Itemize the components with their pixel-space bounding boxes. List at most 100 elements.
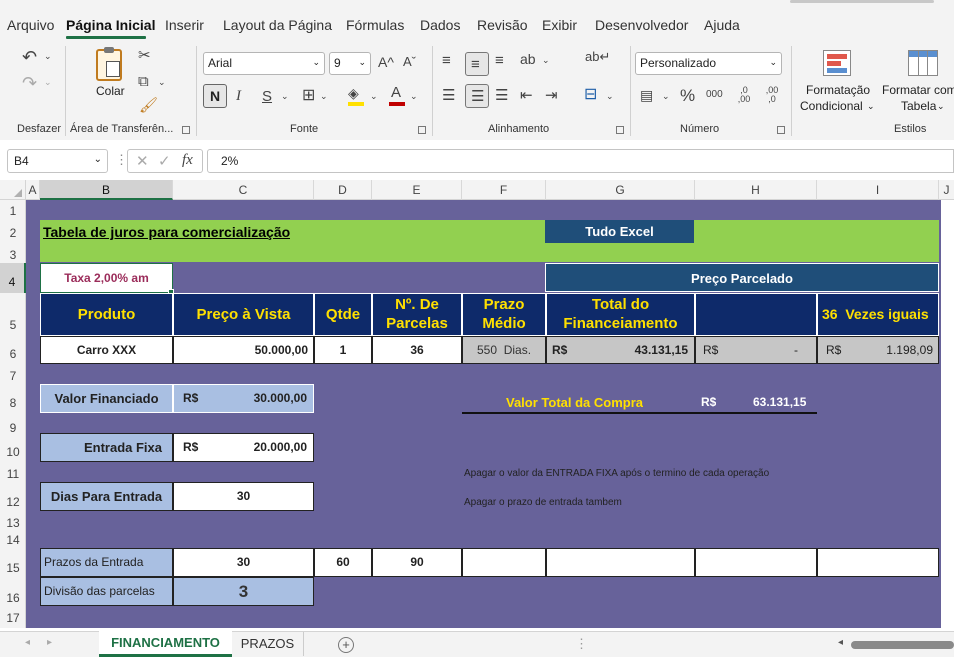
orientation-icon[interactable]: ab (520, 52, 536, 66)
cancel-icon[interactable]: ✕ (136, 154, 149, 169)
format-as-table-icon[interactable] (908, 50, 938, 76)
menu-inserir[interactable]: Inserir (165, 17, 204, 33)
col-header-i[interactable]: I (817, 180, 939, 200)
prazo-entrada-2[interactable]: 60 (314, 548, 372, 577)
accounting-format-icon[interactable]: ▤ (640, 88, 653, 102)
row-header-10[interactable]: 10 (0, 445, 26, 459)
percent-style-icon[interactable]: % (680, 87, 695, 104)
redo-icon[interactable]: ↷ (22, 74, 37, 92)
borders-dropdown-icon[interactable]: ⌄ (320, 92, 328, 101)
underline-button[interactable]: S (262, 89, 272, 104)
increase-decimal-icon[interactable]: ,0 ,00 (734, 86, 754, 104)
number-format-select[interactable]: Personalizado ⌄ (635, 52, 782, 75)
note-prazo-entrada[interactable]: Apagar o prazo de entrada tambem (464, 497, 622, 508)
prazos-entrada-label[interactable]: Prazos da Entrada (40, 548, 173, 577)
name-box[interactable]: B4 ⌄ (7, 149, 108, 173)
col-header-b[interactable]: B (40, 180, 173, 200)
format-table-label-2[interactable]: Tabela (901, 99, 936, 113)
add-sheet-icon[interactable]: + (338, 637, 354, 653)
align-center-button[interactable]: ☰ (465, 84, 489, 108)
cell-preco[interactable]: 50.000,00 (173, 336, 314, 364)
prazo-entrada-3[interactable]: 90 (372, 548, 462, 577)
align-bottom-icon[interactable]: ≡ (495, 53, 504, 68)
redo-dropdown-icon[interactable]: ⌄ (44, 78, 52, 87)
row-header-5[interactable]: 5 (0, 318, 26, 332)
alignment-launcher-icon[interactable] (616, 126, 624, 134)
menu-pagina-inicial[interactable]: Página Inicial (66, 17, 155, 33)
merge-dropdown-icon[interactable]: ⌄ (606, 92, 614, 101)
cell-produto[interactable]: Carro XXX (40, 336, 173, 364)
prazo-entrada-7[interactable] (817, 548, 939, 577)
paste-label[interactable]: Colar (96, 84, 125, 98)
cell-h6[interactable]: R$ - (695, 336, 817, 364)
bold-button[interactable]: N (203, 84, 227, 108)
menu-ajuda[interactable]: Ajuda (704, 17, 740, 33)
header-prazo[interactable]: Prazo Médio (462, 293, 546, 336)
row-header-4[interactable]: 4 (0, 263, 26, 293)
borders-icon[interactable]: ⊞ (302, 88, 315, 104)
divisao-parcelas-value[interactable]: 3 (173, 577, 314, 606)
copy-icon[interactable]: ⧉ (138, 74, 149, 89)
row-header-12[interactable]: 12 (0, 495, 26, 509)
fill-color-dropdown-icon[interactable]: ⌄ (370, 92, 378, 101)
menu-desenvolvedor[interactable]: Desenvolvedor (595, 17, 688, 33)
row-header-8[interactable]: 8 (0, 396, 26, 410)
row-header-3[interactable]: 3 (0, 248, 26, 262)
brand-cell[interactable]: Tudo Excel (545, 220, 694, 243)
menu-exibir[interactable]: Exibir (542, 17, 577, 33)
cell-qtde[interactable]: 1 (314, 336, 372, 364)
menu-arquivo[interactable]: Arquivo (7, 17, 54, 33)
undo-dropdown-icon[interactable]: ⌄ (44, 52, 52, 61)
font-name-select[interactable]: Arial ⌄ (203, 52, 325, 75)
align-top-icon[interactable]: ≡ (442, 53, 451, 68)
cell-total[interactable]: R$ 43.131,15 (546, 336, 695, 364)
grow-font-icon[interactable]: A^ (378, 55, 394, 69)
tab-financiamento[interactable]: FINANCIAMENTO (99, 631, 232, 657)
comma-style-icon[interactable]: 000 (706, 90, 723, 100)
dias-entrada-value[interactable]: 30 (173, 482, 314, 511)
header-qtde[interactable]: Qtde (314, 293, 372, 336)
col-header-j[interactable]: J (939, 180, 954, 200)
accounting-dropdown-icon[interactable]: ⌄ (662, 92, 670, 101)
copy-dropdown-icon[interactable]: ⌄ (158, 78, 166, 87)
cell-parcelas[interactable]: 36 (372, 336, 462, 364)
underline-dropdown-icon[interactable]: ⌄ (281, 92, 289, 101)
shrink-font-icon[interactable]: Aˇ (403, 55, 416, 68)
header-total-fin[interactable]: Total do Financeiamento (546, 293, 695, 336)
decrease-indent-icon[interactable]: ⇤ (520, 88, 533, 103)
valor-total-label[interactable]: Valor Total da Compra (506, 395, 643, 410)
increase-indent-icon[interactable]: ⇥ (545, 88, 558, 103)
header-preco-vista[interactable]: Preço à Vista (173, 293, 314, 336)
row-header-17[interactable]: 17 (0, 611, 26, 625)
fill-color-icon[interactable]: ◈ (348, 86, 364, 106)
wrap-text-icon[interactable]: ab↵ (585, 50, 610, 63)
row-header-11[interactable]: 11 (0, 467, 26, 481)
row-header-1[interactable]: 1 (0, 204, 26, 218)
entrada-fixa-cell[interactable]: R$ 20.000,00 (173, 433, 314, 462)
menu-dados[interactable]: Dados (420, 17, 460, 33)
note-entrada-fixa[interactable]: Apagar o valor da ENTRADA FIXA após o te… (464, 468, 769, 479)
number-launcher-icon[interactable] (777, 126, 785, 134)
row-header-14[interactable]: 14 (0, 533, 26, 547)
cell-parcela[interactable]: R$ 1.198,09 (817, 336, 939, 364)
header-parcelas[interactable]: Nº. De Parcelas (372, 293, 462, 336)
font-launcher-icon[interactable] (418, 126, 426, 134)
menu-formulas[interactable]: Fórmulas (346, 17, 404, 33)
prev-sheet-icon[interactable]: ◂ (25, 638, 30, 648)
formula-input[interactable]: 2% (207, 149, 954, 173)
col-header-e[interactable]: E (372, 180, 462, 200)
menu-layout-da-pagina[interactable]: Layout da Página (223, 17, 332, 33)
rate-cell[interactable]: Taxa 2,00% am (40, 263, 173, 293)
horizontal-scrollbar-thumb[interactable] (851, 641, 954, 649)
cond-format-label-1[interactable]: Formatação (806, 83, 870, 97)
col-header-h[interactable]: H (695, 180, 817, 200)
format-table-label-1[interactable]: Formatar como (882, 83, 954, 97)
enter-icon[interactable]: ✓ (158, 154, 171, 169)
header-vezes[interactable]: 36 Vezes iguais (817, 293, 939, 336)
entrada-fixa-label[interactable]: Entrada Fixa (40, 433, 173, 462)
row-header-7[interactable]: 7 (0, 369, 26, 383)
dias-entrada-label[interactable]: Dias Para Entrada (40, 482, 173, 511)
prazo-entrada-1[interactable]: 30 (173, 548, 314, 577)
cond-format-label-2[interactable]: Condicional (800, 99, 863, 113)
col-header-c[interactable]: C (173, 180, 314, 200)
